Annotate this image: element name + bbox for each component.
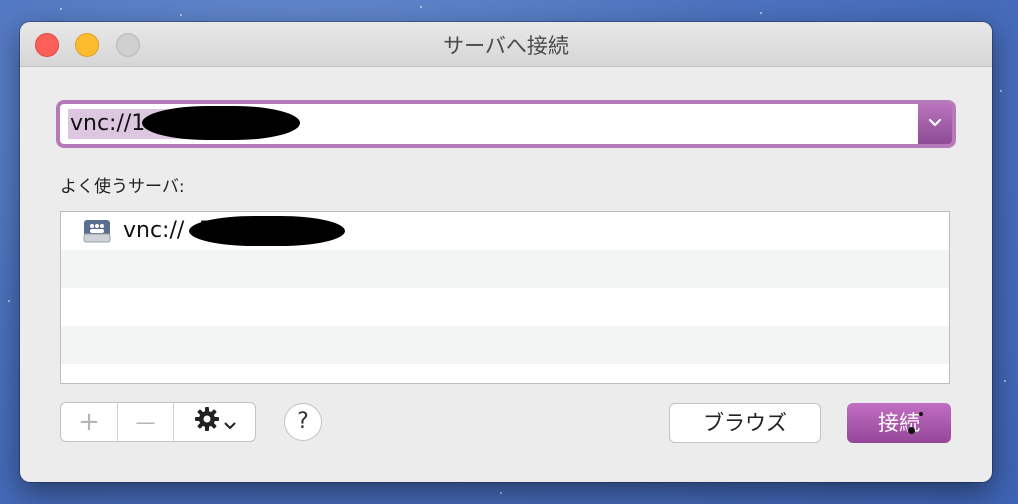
mouse-cursor (908, 427, 915, 434)
desktop-star (420, 6, 422, 8)
list-item (61, 250, 949, 288)
remove-favorite-button[interactable]: — (117, 403, 173, 441)
list-item (61, 288, 949, 326)
plus-icon: + (78, 407, 100, 437)
redaction-mark (189, 216, 345, 246)
chevron-down-icon (928, 112, 942, 133)
chevron-down-icon (224, 407, 236, 437)
mouse-cursor (919, 412, 923, 416)
minus-icon: — (135, 410, 156, 434)
help-button[interactable]: ? (284, 403, 322, 441)
favorite-servers-label: よく使うサーバ: (60, 177, 185, 197)
connect-to-server-window: サーバへ接続 vnc://1 5901 よく使うサーバ: vnc:// + — … (20, 22, 992, 482)
desktop-star (760, 12, 762, 14)
desktop-star (500, 492, 502, 494)
window-title: サーバへ接続 (443, 34, 569, 58)
desktop-star (180, 14, 182, 16)
browse-button[interactable]: ブラウズ (669, 403, 821, 443)
address-history-dropdown-button[interactable] (918, 104, 952, 144)
add-favorite-button[interactable]: + (61, 403, 117, 441)
favorite-servers-list[interactable]: vnc:// :5901 (60, 211, 950, 384)
desktop-star (1000, 90, 1002, 92)
list-item[interactable]: vnc:// :5901 (61, 212, 949, 250)
server-address-combobox[interactable]: vnc://1 5901 (56, 100, 956, 148)
action-menu-button[interactable] (173, 403, 255, 441)
gear-icon (194, 406, 220, 439)
list-item (61, 326, 949, 364)
server-icon (83, 217, 111, 245)
redaction-mark (142, 106, 300, 140)
desktop-star (8, 300, 10, 302)
desktop-star (1004, 380, 1006, 382)
list-item (61, 364, 949, 383)
connect-button[interactable]: 接続 (847, 403, 951, 443)
favorites-edit-controls: + — (60, 402, 256, 442)
desktop-star (60, 8, 62, 10)
title-bar[interactable]: サーバへ接続 (20, 22, 992, 67)
server-address-field[interactable]: vnc://1 5901 (60, 104, 918, 144)
